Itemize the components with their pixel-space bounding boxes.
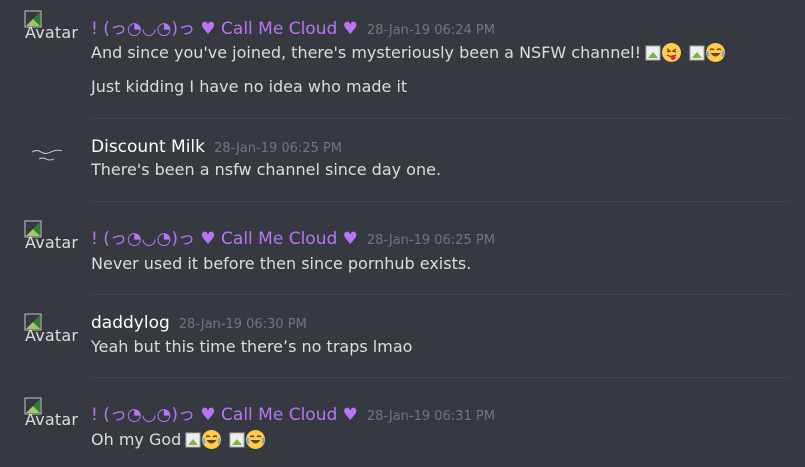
message-divider — [90, 377, 790, 378]
avatar[interactable] — [29, 144, 65, 168]
avatar-alt-text: Avatar — [25, 233, 79, 252]
message-text: Never used it before then since pornhub … — [91, 254, 471, 273]
message-text: And since you've joined, there's mysteri… — [91, 43, 726, 62]
avatar[interactable]: Avatar — [24, 10, 80, 50]
joy-emoji-icon — [202, 430, 222, 449]
username[interactable]: ! (っ◔◡◔)っ ♥ Call Me Cloud ♥ — [91, 14, 358, 39]
message-header: Discount Milk 28-Jan-19 06:25 PM — [91, 137, 342, 157]
username[interactable]: daddylog — [91, 313, 170, 333]
username[interactable]: Discount Milk — [91, 137, 205, 157]
chat-log: Avatar ! (っ◔◡◔)っ ♥ Call Me Cloud ♥ 28-Ja… — [0, 0, 805, 467]
broken-image-icon — [185, 432, 201, 447]
emoji-reaction — [645, 43, 682, 62]
emoji-reaction — [689, 43, 726, 62]
message-header: daddylog 28-Jan-19 06:30 PM — [91, 313, 307, 333]
message-divider — [90, 294, 790, 295]
message-header: ! (っ◔◡◔)っ ♥ Call Me Cloud ♥ 28-Jan-19 06… — [91, 14, 495, 39]
broken-image-icon — [229, 432, 245, 447]
avatar-alt-text: Avatar — [25, 410, 79, 429]
timestamp[interactable]: 28-Jan-19 06:25 PM — [214, 141, 342, 156]
avatar-alt-text: Avatar — [25, 23, 79, 42]
timestamp[interactable]: 28-Jan-19 06:24 PM — [367, 23, 495, 38]
timestamp[interactable]: 28-Jan-19 06:25 PM — [367, 233, 495, 248]
tongue-emoji-icon — [662, 43, 682, 62]
message-text: Yeah but this time there’s no traps lmao — [91, 337, 412, 356]
timestamp[interactable]: 28-Jan-19 06:31 PM — [367, 409, 495, 424]
message-header: ! (っ◔◡◔)っ ♥ Call Me Cloud ♥ 28-Jan-19 06… — [91, 224, 495, 249]
message-divider — [90, 201, 790, 202]
emoji-reaction — [229, 430, 266, 449]
message-content: Never used it before then since pornhub … — [91, 254, 472, 273]
joy-emoji-icon — [246, 430, 266, 449]
message-content: Oh my God — [91, 430, 182, 449]
message-content: Just kidding I have no idea who made it — [91, 77, 408, 96]
message-content: And since you've joined, there's mysteri… — [91, 43, 642, 62]
timestamp[interactable]: 28-Jan-19 06:30 PM — [179, 317, 307, 332]
message-header: ! (っ◔◡◔)っ ♥ Call Me Cloud ♥ 28-Jan-19 06… — [91, 400, 495, 425]
joy-emoji-icon — [706, 43, 726, 62]
avatar[interactable]: Avatar — [24, 397, 80, 437]
broken-image-icon — [689, 45, 705, 60]
avatar[interactable]: Avatar — [24, 313, 80, 353]
message-content: There's been a nsfw channel since day on… — [91, 160, 442, 179]
avatar[interactable]: Avatar — [24, 220, 80, 260]
message-text: There's been a nsfw channel since day on… — [91, 160, 441, 179]
message-text: Oh my God — [91, 430, 266, 449]
username[interactable]: ! (っ◔◡◔)っ ♥ Call Me Cloud ♥ — [91, 400, 358, 425]
message-divider — [90, 118, 790, 119]
message-content: Yeah but this time there’s no traps lmao — [91, 337, 413, 356]
message-text: Just kidding I have no idea who made it — [91, 77, 407, 96]
broken-image-icon — [645, 45, 661, 60]
avatar-alt-text: Avatar — [25, 326, 79, 345]
username[interactable]: ! (っ◔◡◔)っ ♥ Call Me Cloud ♥ — [91, 224, 358, 249]
emoji-reaction — [185, 430, 222, 449]
